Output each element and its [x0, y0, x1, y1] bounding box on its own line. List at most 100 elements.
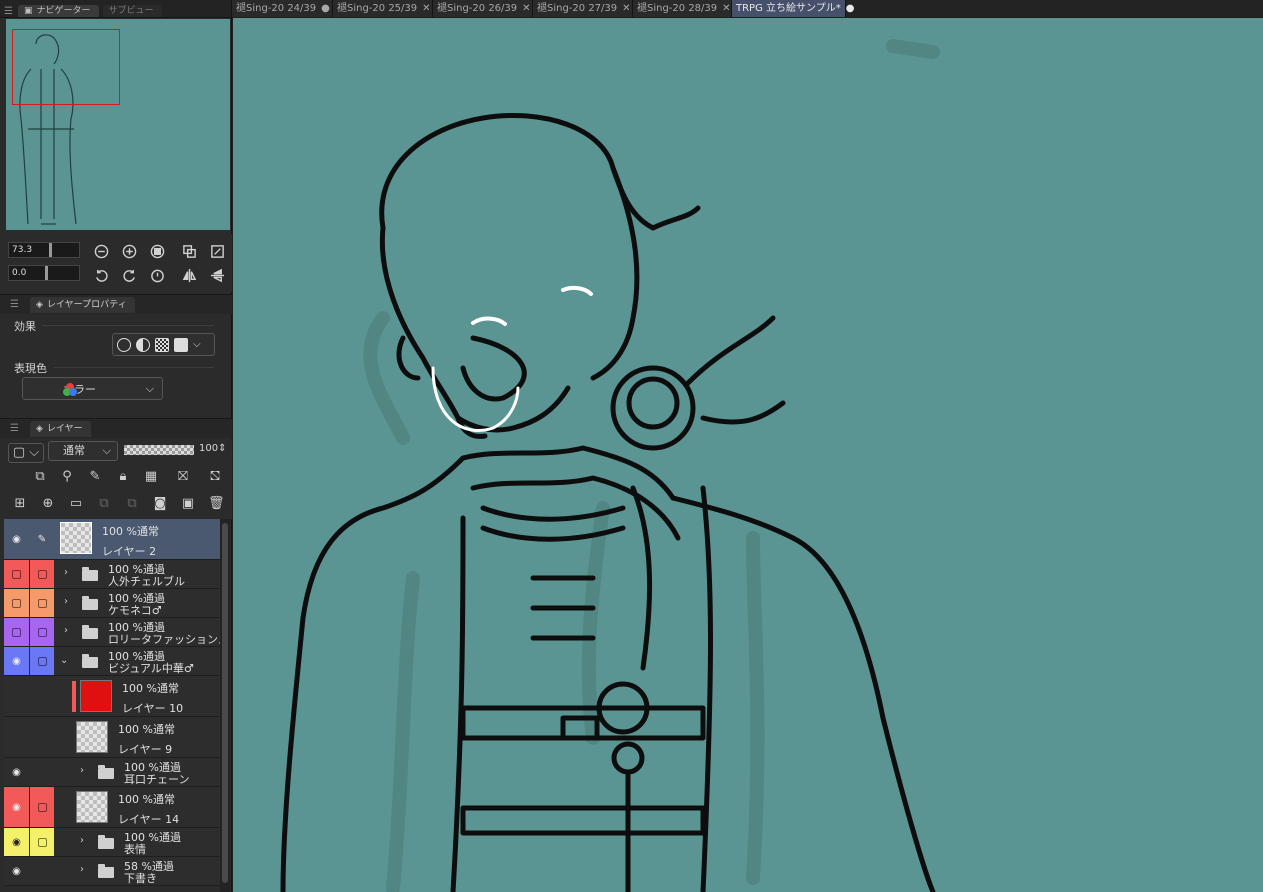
visibility-toggle[interactable]: ◉	[4, 857, 29, 885]
color-mode-select[interactable]: カラー ⌵	[22, 377, 163, 400]
close-icon[interactable]: ✕	[522, 0, 530, 17]
layer-row-folder-open[interactable]: ◉ ⌄ 100 %通過 ビジュアル中華♂	[4, 647, 220, 676]
drawing-canvas[interactable]	[233, 18, 1263, 892]
delete-layer-icon[interactable]: 🗑︎	[208, 496, 225, 512]
doc-tab-28[interactable]: 褪Sing-20 28/39 ✕	[633, 0, 732, 17]
layer-row-folder[interactable]: ◉ › 58 %通過 下書き	[4, 857, 220, 886]
flip-vertical-button[interactable]	[208, 266, 226, 284]
rotate-right-button[interactable]	[120, 266, 138, 284]
blend-mode-select[interactable]: 通常 ⌵	[48, 441, 118, 461]
edit-indicator[interactable]	[30, 647, 54, 675]
new-folder-icon[interactable]: ▭	[68, 496, 84, 512]
opacity-slider[interactable]	[124, 445, 194, 455]
lock-icon[interactable]: 🔒︎	[115, 469, 131, 485]
layer-row-layer14[interactable]: ◉ 100 %通常 レイヤー 14	[4, 787, 220, 828]
lock-transparency-icon[interactable]: ▦	[143, 469, 159, 485]
doc-tab-25[interactable]: 褪Sing-20 25/39 ✕	[333, 0, 433, 17]
merge-lower-icon[interactable]: ⧉	[124, 496, 140, 512]
edit-indicator[interactable]	[30, 676, 54, 716]
draft-layer-icon[interactable]: ✎	[87, 469, 103, 485]
edit-indicator[interactable]	[30, 857, 54, 885]
visibility-toggle[interactable]	[4, 560, 29, 588]
eye-icon[interactable]: ◉	[12, 767, 21, 778]
layer-row-folder[interactable]: › 100 %通過 人外チェルブル	[4, 560, 220, 589]
visibility-toggle[interactable]	[4, 676, 29, 716]
visibility-toggle[interactable]: ◉	[4, 828, 29, 856]
menu-icon[interactable]: ☰	[10, 299, 20, 310]
doc-tab-24[interactable]: 褪Sing-20 24/39 ●	[232, 0, 333, 17]
visibility-toggle[interactable]	[4, 618, 29, 646]
fit-window-button[interactable]	[208, 242, 226, 260]
menu-icon[interactable]: ☰	[10, 423, 20, 434]
visibility-toggle[interactable]: ◉	[4, 758, 29, 786]
chevron-right-icon[interactable]: ›	[80, 765, 84, 776]
chevron-right-icon[interactable]: ›	[64, 567, 68, 578]
actual-size-button[interactable]	[148, 242, 166, 260]
edit-indicator[interactable]	[30, 560, 54, 588]
visibility-toggle[interactable]: ◉	[4, 787, 29, 827]
layer-color-icon[interactable]	[174, 337, 188, 352]
mask-enable-icon[interactable]: ⛝	[172, 469, 194, 485]
tone-effect-icon[interactable]	[136, 337, 150, 352]
layer-scrollbar[interactable]	[220, 519, 230, 892]
tab-layer[interactable]: ◈ レイヤー	[30, 420, 91, 437]
edit-indicator[interactable]	[30, 717, 54, 757]
chevron-right-icon[interactable]: ›	[64, 625, 68, 636]
scroll-thumb[interactable]	[222, 523, 228, 883]
edit-indicator[interactable]: ✎	[30, 519, 54, 559]
edit-indicator[interactable]	[30, 618, 54, 646]
doc-tab-26[interactable]: 褪Sing-20 26/39 ✕	[433, 0, 533, 17]
layer-row-folder[interactable]: › 100 %通過 ロリータファッションメス	[4, 618, 220, 647]
layer-row-layer9[interactable]: 100 %通常 レイヤー 9	[4, 717, 220, 758]
close-icon[interactable]: ✕	[622, 0, 630, 17]
slider-knob[interactable]	[45, 266, 48, 280]
layer-row-layer10[interactable]: 100 %通常 レイヤー 10	[4, 676, 220, 717]
close-icon[interactable]: ✕	[722, 0, 730, 17]
ruler-show-icon[interactable]: ⛞	[204, 469, 226, 485]
texture-effect-icon[interactable]	[155, 337, 169, 352]
chevron-right-icon[interactable]: ›	[64, 596, 68, 607]
apply-mask-icon[interactable]: ▣	[180, 496, 196, 512]
slider-knob[interactable]	[49, 243, 52, 257]
angle-slider[interactable]: 0.0	[8, 265, 80, 281]
layer-row-folder[interactable]: ◉ › 100 %通過 耳口チェーン	[4, 758, 220, 787]
navigator-preview[interactable]	[6, 19, 230, 230]
zoom-in-button[interactable]	[120, 242, 138, 260]
layer-row-layer2[interactable]: ◉ ✎ 100 %通常 レイヤー 2	[4, 519, 220, 560]
menu-icon[interactable]: ☰	[4, 7, 14, 17]
transfer-lower-icon[interactable]: ⧉	[96, 496, 112, 512]
rotate-left-button[interactable]	[92, 266, 110, 284]
edit-indicator[interactable]	[30, 758, 54, 786]
edit-indicator[interactable]	[30, 828, 54, 856]
edit-indicator[interactable]	[30, 589, 54, 617]
chevron-right-icon[interactable]: ›	[80, 835, 84, 846]
eye-icon[interactable]: ◉	[12, 534, 21, 545]
chevron-right-icon[interactable]: ›	[80, 864, 84, 875]
visibility-toggle[interactable]: ◉	[4, 647, 29, 675]
fit-view-button[interactable]	[180, 242, 198, 260]
new-raster-layer-icon[interactable]: ⊞	[12, 496, 28, 512]
visibility-toggle[interactable]	[4, 589, 29, 617]
layer-type-select[interactable]: ▢ ⌵	[8, 443, 44, 463]
eye-icon[interactable]: ◉	[12, 866, 21, 877]
visibility-toggle[interactable]: ◉	[4, 519, 29, 559]
reset-rotation-button[interactable]	[148, 266, 166, 284]
tab-subview[interactable]: サブビュー	[102, 5, 162, 17]
effect-buttons[interactable]: ⌵	[112, 333, 215, 356]
close-icon[interactable]: ✕	[422, 0, 430, 17]
eye-icon[interactable]: ◉	[12, 802, 21, 813]
edit-indicator[interactable]	[30, 787, 54, 827]
eye-icon[interactable]: ◉	[12, 656, 21, 667]
doc-tab-trpg[interactable]: TRPG 立ち絵サンプル* ●	[732, 0, 854, 17]
create-mask-icon[interactable]: ◙	[152, 496, 168, 512]
layer-row-folder[interactable]: ◉ › 100 %通過 表情	[4, 828, 220, 857]
zoom-slider[interactable]: 73.3	[8, 242, 80, 258]
clip-lower-icon[interactable]: ⧉	[32, 469, 48, 485]
navigator-viewport-frame[interactable]	[12, 29, 120, 105]
zoom-out-button[interactable]	[92, 242, 110, 260]
tab-navigator[interactable]: ▣ ナビゲーター	[18, 5, 99, 17]
reference-layer-icon[interactable]: ⚲	[59, 469, 75, 485]
visibility-toggle[interactable]	[4, 717, 29, 757]
chevron-down-icon[interactable]: ⌄	[60, 655, 68, 666]
flip-horizontal-button[interactable]	[180, 266, 198, 284]
